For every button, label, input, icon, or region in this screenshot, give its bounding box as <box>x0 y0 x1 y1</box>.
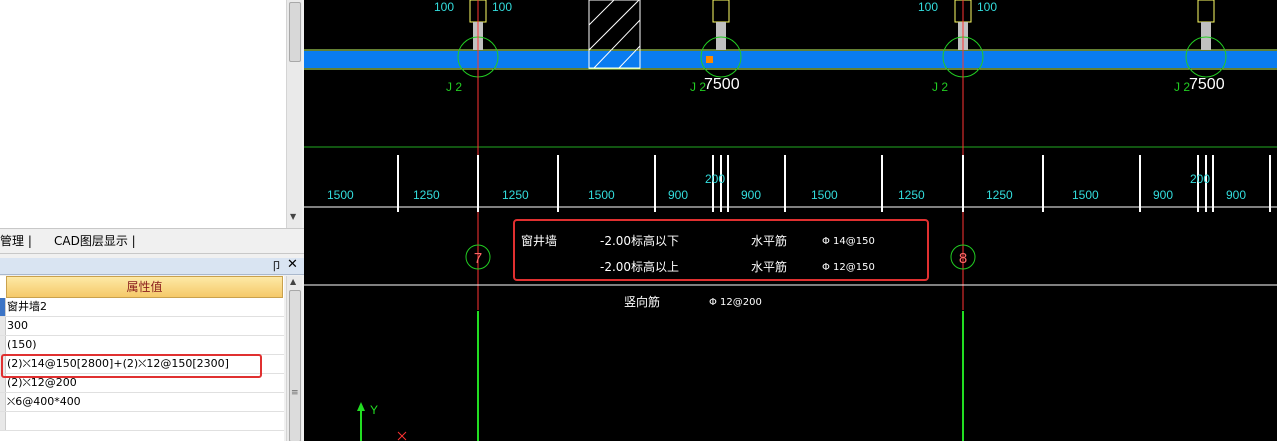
axis-bubble-label: 8 <box>959 250 967 267</box>
dimension-label: 200 <box>705 172 725 186</box>
span-label: 7500 <box>1189 76 1225 93</box>
left-panel: ▼ 管理 | CAD图层显示 | 卩 ✕ 属性值 窗井墙2 300 (150) … <box>0 0 304 441</box>
property-value[interactable]: 300 <box>7 317 28 335</box>
row-gutter <box>0 317 6 335</box>
dimension-label: 200 <box>1190 172 1210 186</box>
scroll-down-arrow-icon[interactable]: ▼ <box>290 212 296 221</box>
property-scrollbar[interactable]: ▲ ≡ <box>286 276 302 441</box>
note-row2-spec: Φ 12@150 <box>822 262 875 273</box>
tab-manage[interactable]: 管理 | <box>0 232 32 249</box>
pin-icon[interactable]: 卩 <box>271 258 282 274</box>
component-tree-area[interactable] <box>0 0 286 228</box>
selected-row-marker <box>0 298 6 316</box>
dimension-label: 1250 <box>986 188 1013 202</box>
note-vertical-spec: Φ 12@200 <box>709 297 762 308</box>
row-gutter <box>0 336 6 354</box>
dimension-label: 900 <box>1226 188 1246 202</box>
cad-canvas[interactable]: 100 100 100 100 J 2 J 2 J 2 J 2 7500 750… <box>304 0 1277 441</box>
column-label: J 2 <box>1174 80 1190 94</box>
span-label: 7500 <box>704 76 740 93</box>
top-dim-label: 100 <box>977 0 997 14</box>
wall-band[interactable] <box>304 51 1277 68</box>
column-label: J 2 <box>932 80 948 94</box>
property-row[interactable]: 300 <box>0 317 284 336</box>
highlight-box-horizontal-rebar <box>1 354 262 378</box>
cad-drawing-area[interactable]: 100 100 100 100 J 2 J 2 J 2 J 2 7500 750… <box>304 0 1277 441</box>
dimension-line <box>304 155 1277 212</box>
dimension-label: 900 <box>741 188 761 202</box>
dimension-label: 1250 <box>502 188 529 202</box>
tree-scroll-thumb[interactable] <box>289 2 301 62</box>
property-panel-titlebar: 卩 ✕ <box>0 257 304 275</box>
axis-bubble-label: 7 <box>474 250 482 267</box>
row-gutter <box>0 412 6 430</box>
row-gutter <box>0 393 6 411</box>
property-row[interactable] <box>0 412 284 431</box>
ucs-icon: Y <box>357 402 407 441</box>
close-icon[interactable]: ✕ <box>287 257 298 272</box>
scroll-grip-icon: ≡ <box>291 388 299 398</box>
property-row[interactable]: ⛌6@400*400 <box>0 393 284 412</box>
scroll-up-arrow-icon[interactable]: ▲ <box>290 277 296 286</box>
property-value[interactable]: 窗井墙2 <box>7 298 47 316</box>
property-row[interactable]: (150) <box>0 336 284 355</box>
note-vertical-type: 竖向筋 <box>624 294 660 309</box>
note-wall-name: 窗井墙 <box>521 234 557 248</box>
panel-tabs: 管理 | CAD图层显示 | <box>0 228 304 254</box>
note-row2-elevation: -2.00标高以上 <box>600 259 679 274</box>
property-value[interactable]: (150) <box>7 336 37 354</box>
note-row1-elevation: -2.00标高以下 <box>600 233 679 248</box>
dimension-label: 900 <box>1153 188 1173 202</box>
column-label: J 2 <box>446 80 462 94</box>
property-scroll-thumb[interactable] <box>289 290 301 441</box>
property-value-header: 属性值 <box>6 276 283 298</box>
property-value[interactable]: ⛌6@400*400 <box>7 393 81 411</box>
dimension-label: 1500 <box>588 188 615 202</box>
top-dim-label: 100 <box>918 0 938 14</box>
top-dim-label: 100 <box>434 0 454 14</box>
ucs-y-label: Y <box>370 403 378 417</box>
tree-scrollbar[interactable]: ▼ <box>286 0 302 228</box>
top-dim-label: 100 <box>492 0 512 14</box>
dimension-label: 1500 <box>327 188 354 202</box>
note-row2-type: 水平筋 <box>751 259 787 274</box>
dimension-label: 1250 <box>413 188 440 202</box>
note-row1-spec: Φ 14@150 <box>822 236 875 247</box>
note-row1-type: 水平筋 <box>751 233 787 248</box>
dimension-label: 900 <box>668 188 688 202</box>
dimension-label: 1500 <box>1072 188 1099 202</box>
tab-cad-layer-display[interactable]: CAD图层显示 | <box>54 232 136 249</box>
property-row[interactable]: 窗井墙2 <box>0 298 284 317</box>
dimension-label: 1250 <box>898 188 925 202</box>
dimension-label: 1500 <box>811 188 838 202</box>
